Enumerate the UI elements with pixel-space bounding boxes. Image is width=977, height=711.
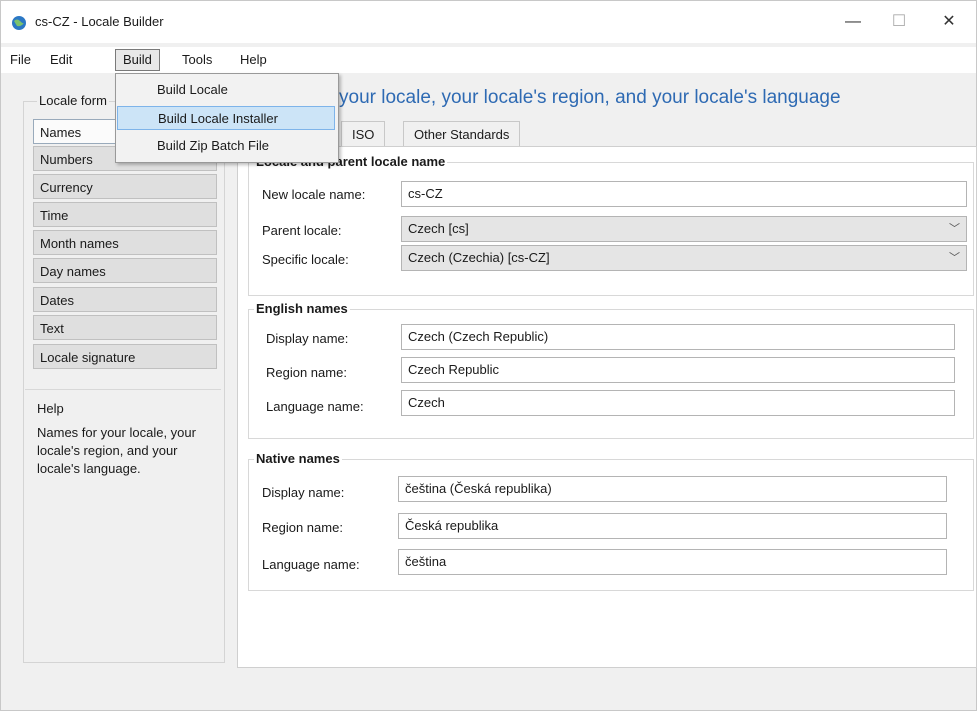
english-region-input[interactable]: Czech Republic [401, 357, 955, 383]
nav-currency[interactable]: Currency [33, 174, 217, 199]
menu-bar: File Edit Build Tools Help [1, 47, 976, 73]
english-display-input[interactable]: Czech (Czech Republic) [401, 324, 955, 350]
native-region-input[interactable]: Česká republika [398, 513, 947, 539]
native-display-input[interactable]: čeština (Česká republika) [398, 476, 947, 502]
app-window: cs-CZ - Locale Builder — ☐ ✕ File Edit B… [0, 0, 977, 711]
parent-locale-select[interactable]: Czech [cs] ﹀ [401, 216, 967, 242]
menu-help[interactable]: Help [233, 50, 274, 70]
page-header: your locale, your locale's region, and y… [339, 87, 841, 108]
nav-dates[interactable]: Dates [33, 287, 217, 312]
title-bar: cs-CZ - Locale Builder — ☐ ✕ [1, 1, 976, 43]
nav-day-names[interactable]: Day names [33, 258, 217, 283]
chevron-down-icon: ﹀ [949, 223, 960, 235]
menu-item-build-locale-installer[interactable]: Build Locale Installer [117, 106, 335, 130]
close-button[interactable]: ✕ [927, 7, 971, 37]
menu-build[interactable]: Build [115, 49, 160, 71]
specific-locale-value: Czech (Czechia) [cs-CZ] [408, 250, 550, 265]
locale-form-label: Locale form [37, 93, 109, 108]
chevron-down-icon: ﹀ [949, 252, 960, 264]
build-menu-dropdown: Build Locale Build Locale Installer Buil… [115, 73, 339, 163]
menu-edit[interactable]: Edit [43, 50, 79, 70]
help-text: Names for your locale, your locale's reg… [37, 425, 196, 476]
english-language-label: Language name: [266, 399, 364, 414]
new-locale-input[interactable]: cs-CZ [401, 181, 967, 207]
menu-file[interactable]: File [3, 50, 38, 70]
tab-other-standards[interactable]: Other Standards [403, 121, 521, 147]
tab-iso[interactable]: ISO [341, 121, 386, 147]
help-title: Help [37, 401, 64, 416]
native-language-label: Language name: [262, 557, 360, 572]
minimize-button[interactable]: — [831, 7, 875, 37]
parent-locale-label: Parent locale: [262, 223, 342, 238]
native-region-label: Region name: [262, 520, 343, 535]
english-display-label: Display name: [266, 331, 349, 346]
parent-locale-value: Czech [cs] [408, 221, 469, 236]
window-title: cs-CZ - Locale Builder [35, 14, 164, 29]
maximize-button[interactable]: ☐ [877, 7, 921, 37]
menu-tools[interactable]: Tools [175, 50, 219, 70]
help-divider [25, 389, 221, 390]
nav-text[interactable]: Text [33, 315, 217, 340]
menu-item-build-zip-batch-file[interactable]: Build Zip Batch File [117, 134, 335, 158]
english-region-label: Region name: [266, 365, 347, 380]
specific-locale-select[interactable]: Czech (Czechia) [cs-CZ] ﹀ [401, 245, 967, 271]
status-area [1, 669, 976, 710]
names-content-panel: Locale and parent locale name New locale… [237, 146, 977, 668]
native-language-input[interactable]: čeština [398, 549, 947, 575]
english-group-legend: English names [254, 301, 350, 316]
native-group-legend: Native names [254, 451, 342, 466]
specific-locale-label: Specific locale: [262, 252, 349, 267]
globe-icon [12, 16, 26, 30]
menu-item-build-locale[interactable]: Build Locale [117, 78, 335, 102]
english-language-input[interactable]: Czech [401, 390, 955, 416]
nav-time[interactable]: Time [33, 202, 217, 227]
nav-month-names[interactable]: Month names [33, 230, 217, 255]
new-locale-label: New locale name: [262, 187, 366, 202]
native-display-label: Display name: [262, 485, 345, 500]
nav-locale-signature[interactable]: Locale signature [33, 344, 217, 369]
